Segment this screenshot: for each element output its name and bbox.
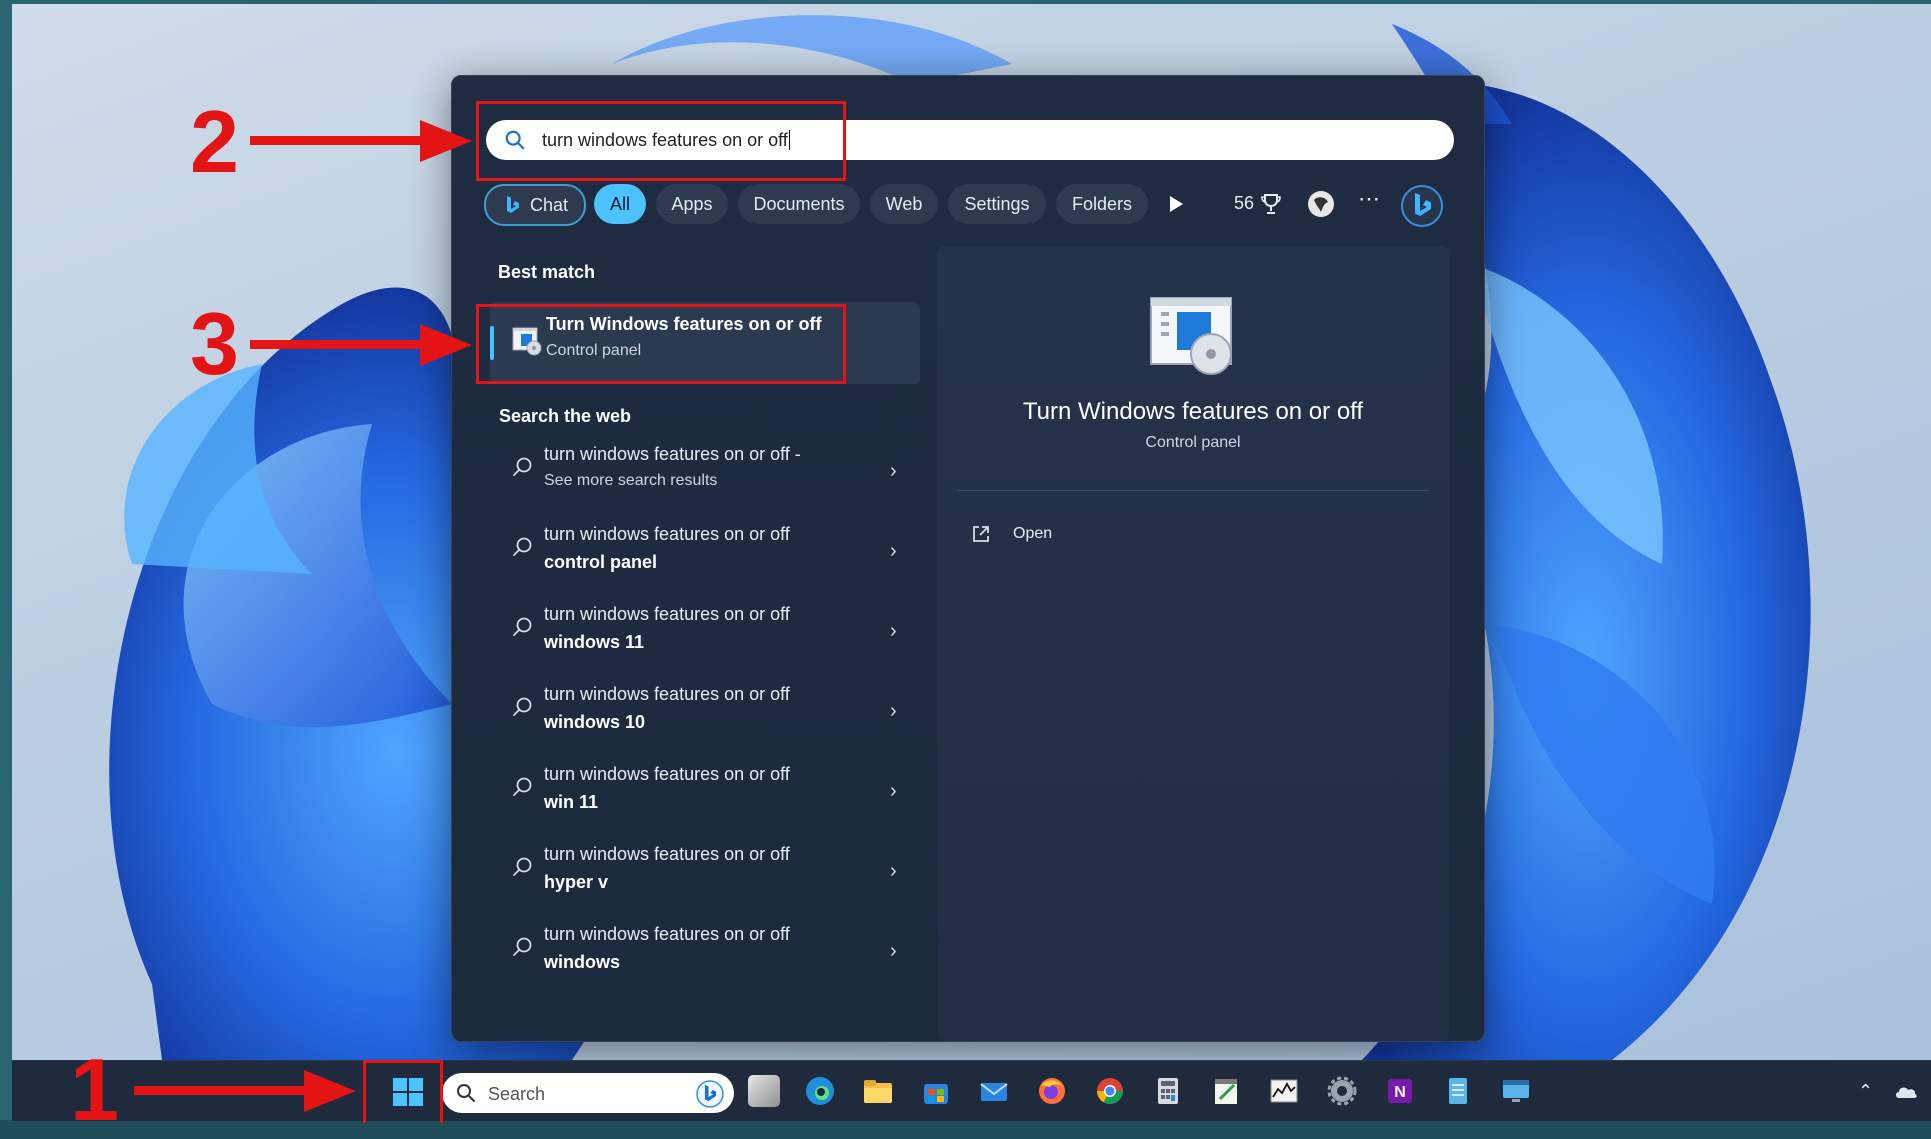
web-result-item[interactable]: turn windows features on or off windows … (490, 674, 920, 750)
divider (957, 490, 1429, 491)
preview-subtitle: Control panel (1145, 434, 1241, 451)
notepad-icon[interactable] (1442, 1075, 1474, 1107)
chevron-right-icon: › (890, 620, 897, 642)
web-result-suffix: control panel (544, 552, 658, 572)
file-explorer-icon[interactable] (862, 1075, 894, 1107)
onedrive-cloud-icon[interactable] (1894, 1083, 1918, 1099)
edge-icon[interactable] (804, 1075, 836, 1107)
web-result-text: turn windows features on or off - (544, 444, 801, 464)
filter-web[interactable]: Web (870, 184, 938, 224)
annotation-number-2: 2 (190, 92, 239, 191)
preview-title: Turn Windows features on or off (1022, 398, 1364, 425)
bing-icon[interactable] (1400, 184, 1444, 228)
more-options-icon[interactable]: ⋯ (1358, 186, 1380, 212)
search-icon (513, 937, 532, 956)
web-result-suffix: windows 10 (544, 712, 646, 732)
web-result-item[interactable]: turn windows features on or off - See mo… (490, 434, 920, 510)
bing-icon[interactable] (696, 1080, 724, 1108)
open-action[interactable]: Open (971, 522, 1171, 552)
filter-documents[interactable]: Documents (738, 184, 860, 224)
open-label: Open (1013, 525, 1053, 542)
annotation-number-1: 1 (70, 1040, 119, 1139)
annotation-box-step-3 (476, 304, 846, 384)
chevron-up-icon[interactable]: ⌃ (1858, 1081, 1873, 1102)
rewards-points[interactable]: 56 (1234, 193, 1254, 214)
search-filters: Chat All Apps Documents Web Settings Fol… (484, 184, 1464, 228)
filter-settings[interactable]: Settings (948, 184, 1046, 224)
web-result-suffix: win 11 (544, 792, 599, 812)
filter-apps[interactable]: Apps (656, 184, 728, 224)
search-icon (513, 537, 532, 556)
annotation-box-step-1 (363, 1060, 443, 1123)
web-result-suffix: See more search results (544, 472, 718, 489)
web-result-item[interactable]: turn windows features on or off windows … (490, 594, 920, 670)
filter-folders[interactable]: Folders (1056, 184, 1148, 224)
chevron-right-icon: › (890, 780, 897, 802)
bing-chat-icon (506, 196, 519, 213)
annotation-box-step-2 (476, 101, 846, 181)
search-web-heading: Search the web (499, 406, 632, 426)
chevron-right-icon: › (890, 540, 897, 562)
mail-icon[interactable] (978, 1075, 1010, 1107)
search-icon (457, 1084, 475, 1102)
chevron-right-icon: › (890, 940, 897, 962)
trophy-icon (1261, 194, 1281, 214)
web-result-item[interactable]: turn windows features on or off windows … (490, 914, 920, 990)
search-icon (513, 777, 532, 796)
annotation-arrow-step-2 (250, 120, 472, 162)
best-match-heading: Best match (498, 262, 596, 282)
chevron-right-icon: › (890, 860, 897, 882)
remote-desktop-icon[interactable] (1500, 1075, 1532, 1107)
web-result-item[interactable]: turn windows features on or off win 11 › (490, 754, 920, 830)
windows-features-app-icon (1150, 297, 1232, 375)
more-filters-play-icon[interactable] (1168, 195, 1184, 213)
svg-text:N: N (1394, 1084, 1406, 1101)
web-result-suffix: windows 11 (544, 632, 645, 652)
chevron-right-icon: › (890, 700, 897, 722)
web-result-item[interactable]: turn windows features on or off hyper v … (490, 834, 920, 910)
result-preview-pane: Turn Windows features on or off Control … (937, 246, 1449, 1041)
web-result-text: turn windows features on or off (544, 764, 790, 784)
search-icon (513, 697, 532, 716)
store-icon[interactable] (920, 1075, 952, 1107)
web-result-text: turn windows features on or off (544, 924, 790, 944)
profile-avatar[interactable] (1307, 190, 1335, 218)
annotation-arrow-step-1 (134, 1070, 356, 1112)
onenote-icon[interactable]: N (1384, 1075, 1416, 1107)
web-result-suffix: windows (544, 952, 620, 972)
annotation-arrow-step-3 (250, 324, 472, 366)
calculator-icon[interactable] (1152, 1075, 1184, 1107)
chrome-icon[interactable] (1094, 1075, 1126, 1107)
open-external-icon (973, 526, 989, 542)
settings-gear-icon[interactable] (1326, 1075, 1358, 1107)
web-result-text: turn windows features on or off (544, 844, 790, 864)
web-result-item[interactable]: turn windows features on or off control … (490, 514, 920, 590)
performance-monitor-icon[interactable] (1268, 1075, 1300, 1107)
start-menu-panel: turn windows features on or off Chat All… (451, 75, 1485, 1042)
taskbar-search-box[interactable]: Search (442, 1073, 734, 1113)
task-view-icon[interactable] (748, 1075, 780, 1107)
web-result-text: turn windows features on or off (544, 604, 790, 624)
search-icon (513, 857, 532, 876)
chevron-right-icon: › (890, 460, 897, 482)
search-icon (513, 617, 532, 636)
filter-all[interactable]: All (594, 184, 646, 224)
web-result-text: turn windows features on or off (544, 524, 790, 544)
filter-chat[interactable]: Chat (484, 184, 586, 226)
taskbar-search-placeholder: Search (488, 1084, 546, 1104)
web-result-text: turn windows features on or off (544, 684, 790, 704)
window-frame-left (0, 0, 12, 1120)
firefox-icon[interactable] (1036, 1075, 1068, 1107)
web-result-suffix: hyper v (544, 872, 609, 892)
notepad-plus-icon[interactable] (1210, 1075, 1242, 1107)
search-icon (513, 457, 532, 476)
annotation-number-3: 3 (190, 294, 239, 393)
